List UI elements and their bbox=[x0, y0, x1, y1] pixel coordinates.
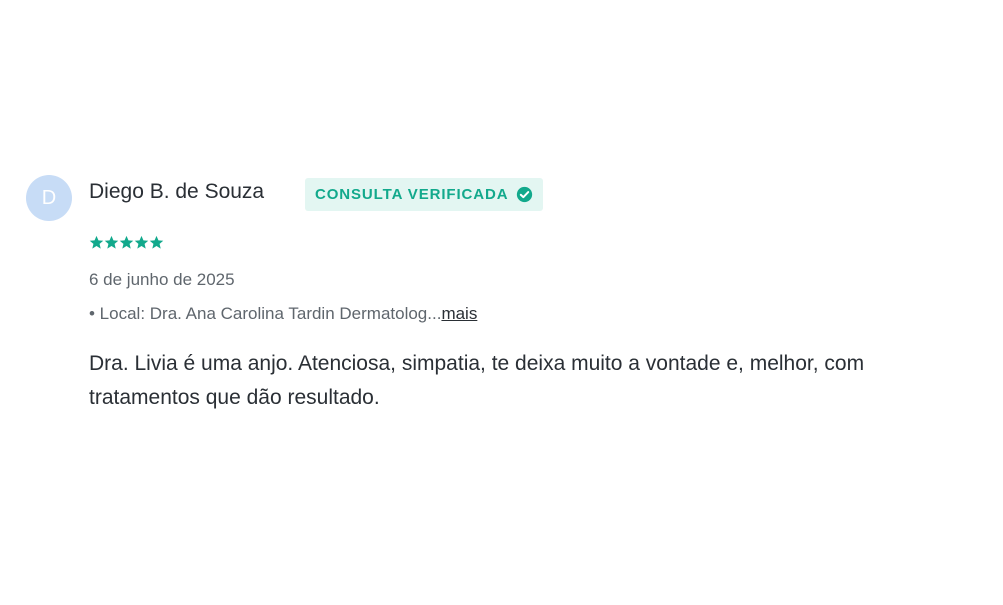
review-card: D Diego B. de Souza CONSULTA VERIFICADA … bbox=[0, 0, 1003, 605]
verified-badge-label: CONSULTA VERIFICADA bbox=[315, 186, 509, 203]
star-icon bbox=[149, 235, 164, 249]
star-icon bbox=[89, 235, 104, 249]
verified-badge: CONSULTA VERIFICADA bbox=[305, 178, 544, 211]
review-location: • Local: Dra. Ana Carolina Tardin Dermat… bbox=[89, 304, 477, 324]
star-icon bbox=[119, 235, 134, 249]
avatar: D bbox=[26, 175, 72, 221]
review-date: 6 de junho de 2025 bbox=[89, 270, 235, 289]
star-rating bbox=[89, 235, 164, 250]
location-text: • Local: Dra. Ana Carolina Tardin Dermat… bbox=[89, 304, 442, 323]
more-link[interactable]: mais bbox=[441, 304, 477, 323]
review-text: Dra. Livia é uma anjo. Atenciosa, simpat… bbox=[89, 352, 865, 409]
star-icon bbox=[104, 235, 119, 249]
reviewer-name: Diego B. de Souza bbox=[89, 180, 265, 203]
check-circle-icon bbox=[517, 186, 533, 203]
star-icon bbox=[134, 235, 149, 249]
